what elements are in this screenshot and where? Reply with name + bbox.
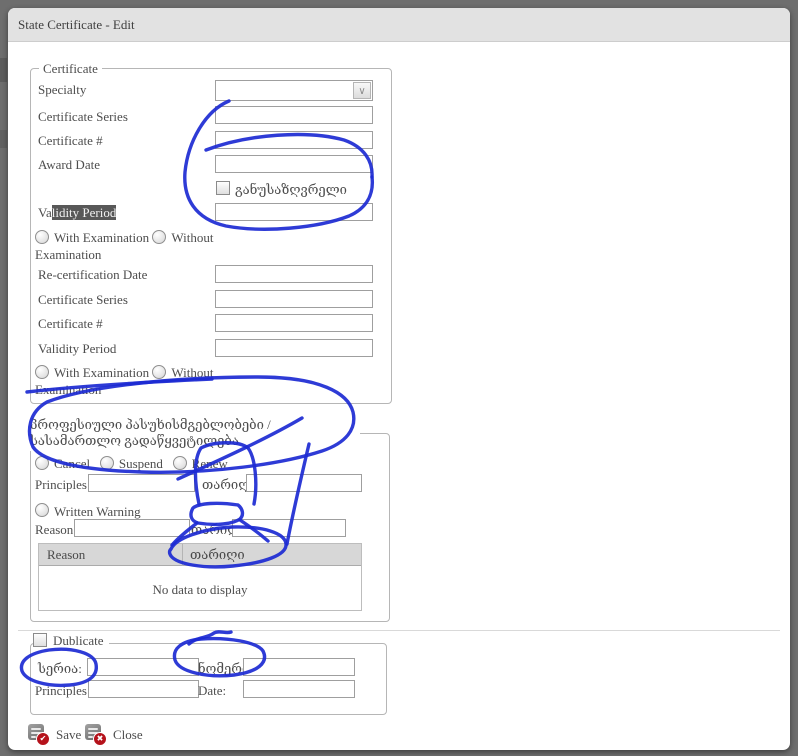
without-examination-radio[interactable]	[152, 230, 166, 244]
specialty-select[interactable]: ∨	[215, 80, 373, 101]
cancel-radio[interactable]	[35, 456, 49, 470]
with-examination-radio[interactable]	[35, 230, 49, 244]
liability-action-radio-group: Cancel Suspend Renew	[35, 455, 228, 472]
written-warning-label: Written Warning	[54, 504, 141, 519]
suspend-radio[interactable]	[100, 456, 114, 470]
recertification-date-label: Re-certification Date	[38, 267, 147, 282]
certificate-series-2-label: Certificate Series	[38, 292, 128, 307]
save-button-label: Save	[56, 727, 81, 743]
reasons-table-col-reason: Reason	[47, 547, 85, 563]
seria-label: სერია:	[38, 661, 82, 676]
principles-label: Principles:	[35, 477, 91, 492]
indefinite-checkbox-label: განუსაზღვრელი	[235, 182, 347, 197]
award-date-input[interactable]	[215, 155, 373, 173]
written-warning-radio[interactable]	[35, 503, 49, 517]
suspend-radio-label: Suspend	[119, 456, 163, 471]
reasons-table-col-date: თარიღი	[190, 547, 245, 563]
certificate-number-2-label: Certificate #	[38, 316, 103, 331]
certificate-series-label: Certificate Series	[38, 109, 128, 124]
save-button[interactable]: ✔ Save	[28, 724, 81, 745]
reasons-table: Reason თარიღი No data to display	[38, 543, 362, 611]
section-divider	[18, 630, 780, 631]
principles-input[interactable]	[88, 474, 195, 492]
liability-fieldset-legend: პროფესიული პასუხისმგებლობები / სასამართლ…	[30, 417, 360, 451]
certificate-number-label: Certificate #	[38, 133, 103, 148]
certificate-number-input[interactable]	[215, 131, 373, 149]
with-examination-label: With Examination	[54, 230, 149, 245]
without-examination-2-radio[interactable]	[152, 365, 166, 379]
with-examination-2-label: With Examination	[54, 365, 149, 380]
background-artifact	[0, 130, 7, 148]
cancel-radio-label: Cancel	[54, 456, 90, 471]
seria-input[interactable]	[87, 658, 199, 676]
validity-period-label: Validity Period	[38, 205, 116, 220]
award-date-label: Award Date	[38, 157, 100, 172]
chevron-down-icon[interactable]: ∨	[353, 82, 371, 99]
examination-radio-group-2: With Examination Without Examination	[35, 364, 243, 398]
x-icon: ✖	[93, 732, 107, 746]
with-examination-2-radio[interactable]	[35, 365, 49, 379]
certificate-number-2-input[interactable]	[215, 314, 373, 332]
duplicate-checkbox[interactable]	[33, 633, 47, 647]
reasons-table-header: Reason თარიღი	[39, 544, 361, 566]
state-certificate-edit-dialog: State Certificate - Edit Certificate Spe…	[8, 8, 790, 750]
duplicate-fieldset	[30, 643, 387, 715]
close-button[interactable]: ✖ Close	[85, 724, 143, 745]
dialog-titlebar[interactable]: State Certificate - Edit	[8, 8, 790, 42]
validity-period-2-input[interactable]	[215, 339, 373, 357]
certificate-series-input[interactable]	[215, 106, 373, 124]
validity-period-2-label: Validity Period	[38, 341, 116, 356]
background-artifact	[0, 58, 7, 82]
examination-radio-group: With Examination Without Examination	[35, 229, 243, 263]
table-empty-message: No data to display	[39, 582, 361, 598]
duplicate-principles-input[interactable]	[88, 680, 199, 698]
validity-period-label-prefix: Va	[38, 205, 52, 220]
certificate-fieldset-legend: Certificate	[39, 61, 102, 77]
validity-period-label-selection: lidity Period	[52, 205, 117, 220]
duplicate-date-input[interactable]	[243, 680, 355, 698]
certificate-series-2-input[interactable]	[215, 290, 373, 308]
indefinite-checkbox[interactable]	[216, 181, 230, 195]
renew-radio[interactable]	[173, 456, 187, 470]
reason-label: Reason	[35, 522, 73, 537]
check-icon: ✔	[36, 732, 50, 746]
duplicate-date-label: Date:	[198, 683, 226, 698]
table-column-divider	[182, 544, 183, 566]
screen: { "window": { "title": "State Certificat…	[0, 0, 798, 756]
recertification-date-input[interactable]	[215, 265, 373, 283]
specialty-label: Specialty	[38, 82, 86, 97]
principles-date-input[interactable]	[246, 474, 362, 492]
duplicate-principles-label: Principles:	[35, 683, 91, 698]
save-icon: ✔	[28, 724, 49, 745]
nomeri-input[interactable]	[243, 658, 355, 676]
validity-period-input[interactable]	[215, 203, 373, 221]
close-icon: ✖	[85, 724, 106, 745]
duplicate-fieldset-legend: Dublicate	[33, 631, 109, 648]
duplicate-checkbox-label: Dublicate	[53, 633, 104, 648]
dialog-title: State Certificate - Edit	[18, 8, 135, 42]
close-button-label: Close	[113, 727, 143, 743]
reason-input[interactable]	[74, 519, 190, 537]
renew-radio-label: Renew	[192, 456, 228, 471]
reason-date-input[interactable]	[232, 519, 346, 537]
